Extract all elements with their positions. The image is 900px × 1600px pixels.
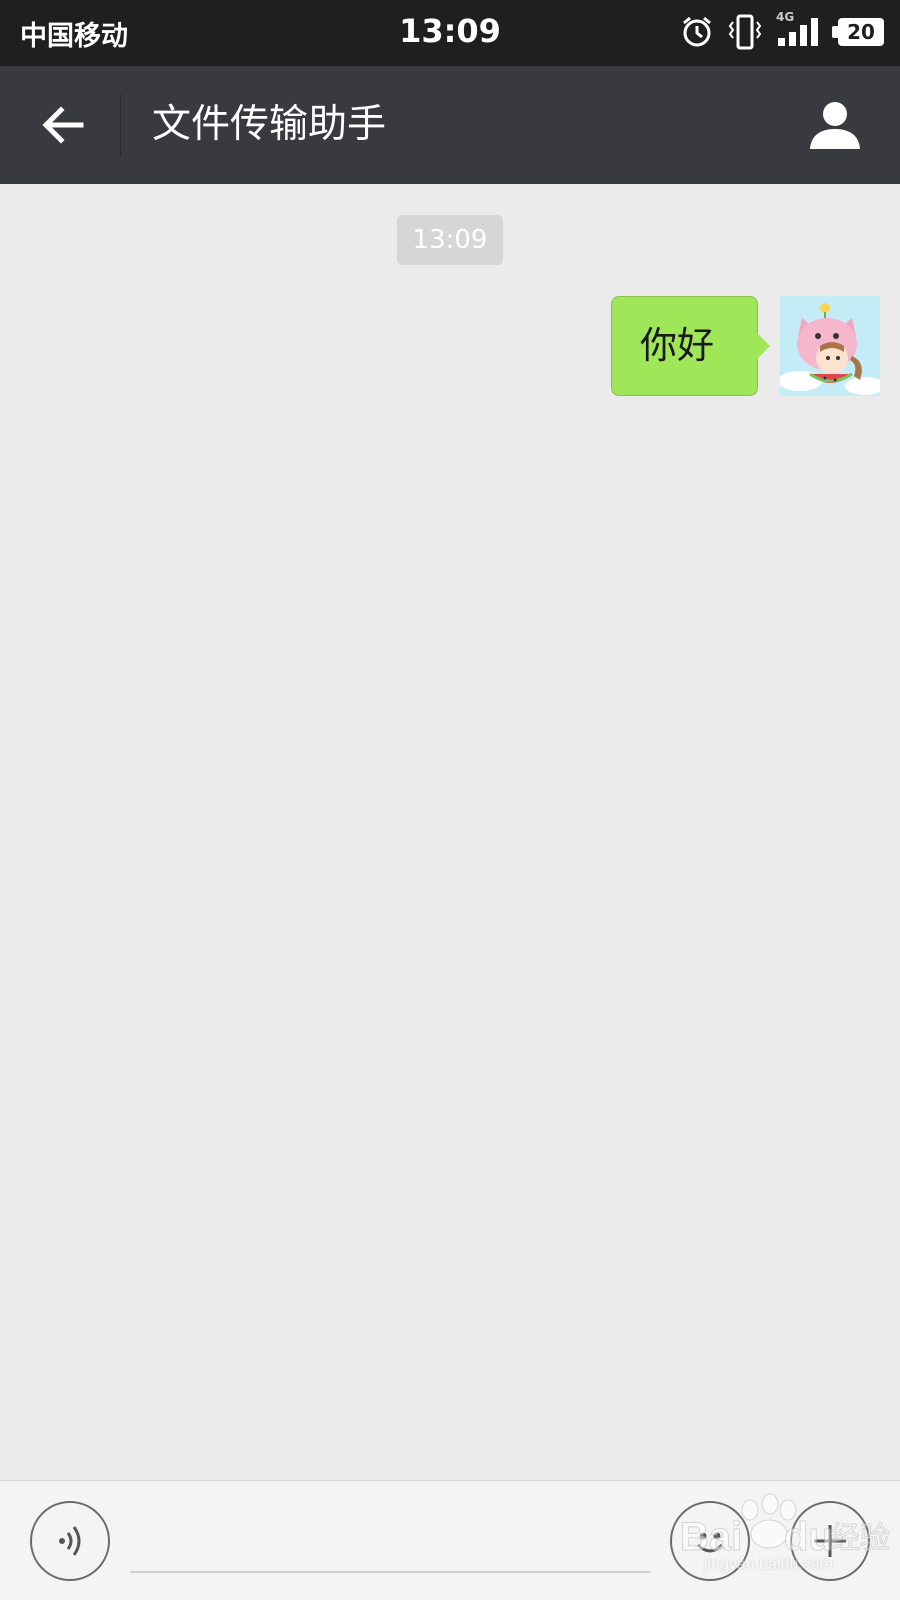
chat-title: 文件传输助手 — [152, 102, 387, 147]
status-bar: 中国移动 13:09 4G 20 — [0, 0, 900, 66]
back-button[interactable] — [30, 92, 96, 158]
message-timestamp: 13:09 — [397, 215, 503, 265]
arrow-left-icon — [42, 106, 84, 144]
alarm-icon — [680, 15, 714, 49]
status-icons: 4G 20 — [680, 10, 884, 52]
message-input[interactable] — [130, 1509, 650, 1573]
message-bubble-sent[interactable]: 你好 — [611, 296, 758, 396]
wechat-chat-screen: 中国移动 13:09 4G 20 文件传输助手 13:09 你好 Bai du … — [0, 0, 900, 1600]
nav-divider — [120, 94, 121, 156]
voice-input-button[interactable] — [30, 1501, 110, 1581]
more-options-button[interactable] — [790, 1501, 870, 1581]
signal-icon: 4G — [776, 10, 824, 48]
voice-icon — [59, 1526, 81, 1556]
chat-area[interactable]: 13:09 你好 — [0, 184, 900, 1480]
chat-info-button[interactable] — [800, 90, 870, 160]
emoji-button[interactable] — [670, 1501, 750, 1581]
battery-icon: 20 — [832, 18, 884, 46]
input-bar — [0, 1480, 900, 1600]
user-avatar[interactable] — [780, 296, 880, 396]
smiley-icon — [696, 1532, 724, 1553]
vibrate-icon — [728, 14, 762, 50]
bubble-tail — [756, 332, 770, 360]
plus-icon — [814, 1525, 846, 1557]
person-icon — [810, 102, 860, 149]
nav-bar: 文件传输助手 — [0, 66, 900, 184]
network-type: 4G — [776, 10, 795, 24]
